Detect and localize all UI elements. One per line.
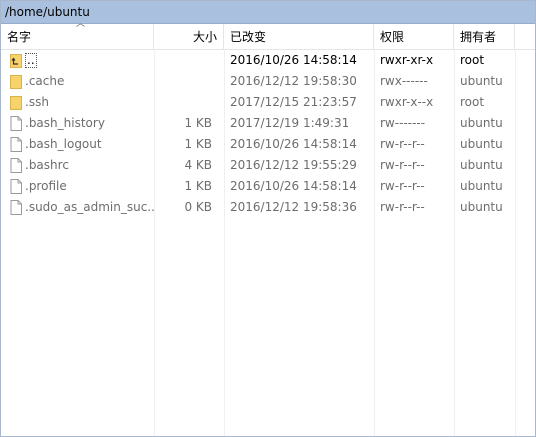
folder-icon: [10, 95, 22, 110]
column-header-permissions[interactable]: 权限: [374, 24, 454, 49]
file-size: 1 KB: [184, 137, 212, 151]
file-permissions: rw-------: [380, 116, 426, 130]
file-owner: ubuntu: [460, 158, 503, 172]
column-header-name[interactable]: 名字 ︿: [1, 19, 154, 49]
file-icon: [10, 200, 22, 215]
file-modified: 2016/10/26 14:58:14: [230, 53, 357, 67]
file-size: [154, 92, 216, 113]
focus-outline: ..: [25, 53, 37, 68]
column-header-owner-label: 拥有者: [460, 30, 497, 44]
file-permissions: rw-r--r--: [380, 158, 425, 172]
file-modified: 2016/10/26 14:58:14: [230, 137, 357, 151]
file-permissions: rwxr-xr-x: [380, 53, 434, 67]
file-modified: 2016/12/12 19:55:29: [230, 158, 357, 172]
file-row[interactable]: .sudo_as_admin_suc... 0 KB 2016/12/12 19:5…: [1, 197, 535, 218]
file-permissions: rwxr-x--x: [380, 95, 434, 109]
file-modified: 2016/10/26 14:58:14: [230, 179, 357, 193]
file-name: .ssh: [25, 95, 49, 109]
file-name: .cache: [25, 74, 65, 88]
file-row[interactable]: .bash_history 1 KB 2017/12/19 1:49:31 rw---…: [1, 113, 535, 134]
file-size: 0 KB: [184, 200, 212, 214]
file-modified: 2016/12/12 19:58:36: [230, 200, 357, 214]
file-browser-window: /home/ubuntu 名字 ︿ 大小 已改变 权限 拥有者 .. 2016/1…: [0, 0, 536, 437]
file-size: 4 KB: [184, 158, 212, 172]
file-name-cell: .profile: [7, 176, 155, 197]
file-modified: 2017/12/19 1:49:31: [230, 116, 350, 130]
file-icon: [10, 137, 22, 152]
file-name-cell: .bash_history: [7, 113, 155, 134]
file-permissions: rw-r--r--: [380, 200, 425, 214]
file-name-cell: .sudo_as_admin_suc...: [7, 197, 155, 218]
file-name: .profile: [25, 179, 67, 193]
file-owner: root: [460, 95, 485, 109]
file-name-cell: .bash_logout: [7, 134, 155, 155]
file-modified: 2017/12/15 21:23:57: [230, 95, 357, 109]
column-header-permissions-label: 权限: [380, 30, 405, 44]
file-owner: ubuntu: [460, 179, 503, 193]
file-modified: 2016/12/12 19:58:30: [230, 74, 357, 88]
file-owner: ubuntu: [460, 137, 503, 151]
column-header-owner[interactable]: 拥有者: [454, 24, 515, 49]
file-name-cell: .cache: [7, 71, 155, 92]
file-permissions: rw-r--r--: [380, 179, 425, 193]
parent-folder-icon: [10, 53, 22, 68]
file-owner: ubuntu: [460, 74, 503, 88]
file-list: .. 2016/10/26 14:58:14 rwxr-xr-x root .cache…: [1, 50, 535, 218]
file-row[interactable]: .. 2016/10/26 14:58:14 rwxr-xr-x root: [1, 50, 535, 71]
file-owner: ubuntu: [460, 200, 503, 214]
file-row[interactable]: .bash_logout 1 KB 2016/10/26 14:58:14 rw-r-…: [1, 134, 535, 155]
file-name-cell: ..: [7, 50, 155, 71]
file-icon: [10, 116, 22, 131]
file-name-cell: .bashrc: [7, 155, 155, 176]
file-row[interactable]: .cache 2016/12/12 19:58:30 rwx------ ubuntu: [1, 71, 535, 92]
file-size: 1 KB: [184, 116, 212, 130]
file-name: ..: [25, 50, 37, 71]
file-icon: [10, 158, 22, 173]
file-owner: ubuntu: [460, 116, 503, 130]
file-name-cell: .ssh: [7, 92, 155, 113]
column-header-name-label: 名字: [7, 30, 32, 44]
file-name: .bash_logout: [25, 137, 102, 151]
column-header-row: 名字 ︿ 大小 已改变 权限 拥有者: [1, 19, 535, 50]
file-name: .bash_history: [25, 116, 105, 130]
column-header-modified[interactable]: 已改变: [224, 24, 374, 49]
file-owner: root: [460, 53, 485, 67]
file-icon: [10, 179, 22, 194]
file-name: .bashrc: [25, 158, 69, 172]
file-permissions: rw-r--r--: [380, 137, 425, 151]
column-header-size-label: 大小: [192, 30, 217, 44]
column-header-size[interactable]: 大小: [154, 24, 224, 49]
sort-ascending-icon: ︿: [76, 19, 86, 29]
column-header-modified-label: 已改变: [230, 30, 267, 44]
file-size: 1 KB: [184, 179, 212, 193]
file-size: [154, 71, 216, 92]
file-row[interactable]: .ssh 2017/12/15 21:23:57 rwxr-x--x root: [1, 92, 535, 113]
file-permissions: rwx------: [380, 74, 428, 88]
folder-icon: [10, 74, 22, 89]
file-row[interactable]: .profile 1 KB 2016/10/26 14:58:14 rw-r--r--…: [1, 176, 535, 197]
file-name: .sudo_as_admin_suc...: [25, 200, 155, 214]
file-row[interactable]: .bashrc 4 KB 2016/12/12 19:55:29 rw-r--r-- u…: [1, 155, 535, 176]
file-size: [154, 50, 216, 71]
